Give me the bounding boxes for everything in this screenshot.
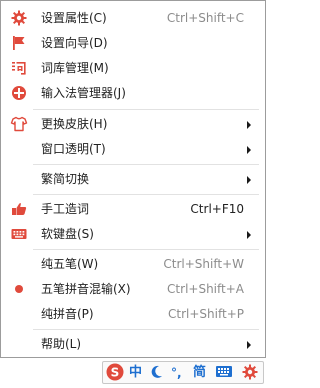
menu-item-shortcut: Ctrl+F10 <box>190 202 244 216</box>
menu-item-pure-wubi[interactable]: 纯五笔(W) Ctrl+Shift+W <box>2 252 264 277</box>
menu-item-label: 纯拼音(P) <box>41 307 94 321</box>
menu-item-label: 窗口透明(T) <box>41 142 106 156</box>
menu-item-window-transparency[interactable]: 窗口透明(T) <box>2 137 264 162</box>
menu-item-label: 词库管理(M) <box>41 61 109 75</box>
menu-item-soft-keyboard[interactable]: 软键盘(S) <box>2 222 264 247</box>
menu-item-traditional-simplified[interactable]: 繁简切换 <box>2 167 264 192</box>
moon-icon[interactable] <box>149 363 165 381</box>
menu-item-ime-manager[interactable]: 输入法管理器(J) <box>2 81 264 106</box>
simplified-toggle[interactable]: 简 <box>193 364 206 382</box>
menu-item-label: 设置向导(D) <box>41 36 108 50</box>
menu-item-label: 五笔拼音混输(X) <box>41 282 131 296</box>
menu-item-label: 设置属性(C) <box>41 11 107 25</box>
menu-item-help[interactable]: 帮助(L) <box>2 332 264 357</box>
flag-icon <box>10 34 28 52</box>
menu-item-change-skin[interactable]: 更换皮肤(H) <box>2 112 264 137</box>
ime-manager-icon <box>10 84 28 102</box>
menu-item-settings[interactable]: 设置属性(C) Ctrl+Shift+C <box>2 6 264 31</box>
menu-item-pure-pinyin[interactable]: 纯拼音(P) Ctrl+Shift+P <box>2 302 264 327</box>
shirt-icon <box>10 115 28 133</box>
menu-item-label: 输入法管理器(J) <box>41 86 126 100</box>
gear-icon <box>10 9 28 27</box>
ime-logo-text: S <box>111 366 120 380</box>
menu-separator <box>33 329 259 330</box>
selected-radio-icon <box>10 280 28 298</box>
menu-item-shortcut: Ctrl+Shift+A <box>167 282 244 296</box>
menu-item-label: 更换皮肤(H) <box>41 117 108 131</box>
hand-icon <box>10 200 28 218</box>
menu-item-manual-word[interactable]: 手工造词 Ctrl+F10 <box>2 197 264 222</box>
menu-separator <box>33 249 259 250</box>
gear-icon[interactable] <box>241 363 259 381</box>
keyboard-icon <box>10 225 28 243</box>
submenu-arrow-icon <box>247 121 251 129</box>
chinese-mode-toggle[interactable]: 中 <box>129 364 142 382</box>
menu-item-label: 软键盘(S) <box>41 227 94 241</box>
submenu-arrow-icon <box>247 176 251 184</box>
ime-logo-icon[interactable]: S <box>106 363 124 381</box>
submenu-arrow-icon <box>247 231 251 239</box>
submenu-arrow-icon <box>247 146 251 154</box>
punctuation-toggle[interactable]: °, <box>171 364 182 382</box>
menu-item-label: 帮助(L) <box>41 337 82 351</box>
ime-context-menu: 设置属性(C) Ctrl+Shift+C 设置向导(D) 词库管理(M) 输入法… <box>0 0 266 358</box>
menu-separator <box>33 194 259 195</box>
menu-item-setup-wizard[interactable]: 设置向导(D) <box>2 31 264 56</box>
ime-status-bar: S 中 °, 简 <box>98 358 268 388</box>
ime-status-bar-frame: S 中 °, 简 <box>102 361 264 384</box>
menu-item-shortcut: Ctrl+Shift+W <box>163 257 244 271</box>
menu-item-label: 繁简切换 <box>41 172 90 186</box>
menu-item-shortcut: Ctrl+Shift+P <box>168 307 244 321</box>
dictionary-icon <box>10 59 28 77</box>
keyboard-icon[interactable] <box>215 364 233 380</box>
menu-item-label: 手工造词 <box>41 202 90 216</box>
menu-separator <box>33 164 259 165</box>
menu-item-shortcut: Ctrl+Shift+C <box>166 11 244 25</box>
menu-item-dictionary-manager[interactable]: 词库管理(M) <box>2 56 264 81</box>
submenu-arrow-icon <box>247 341 251 349</box>
menu-separator <box>33 109 259 110</box>
menu-item-label: 纯五笔(W) <box>41 257 99 271</box>
menu-item-wubi-pinyin-mixed[interactable]: 五笔拼音混输(X) Ctrl+Shift+A <box>2 277 264 302</box>
